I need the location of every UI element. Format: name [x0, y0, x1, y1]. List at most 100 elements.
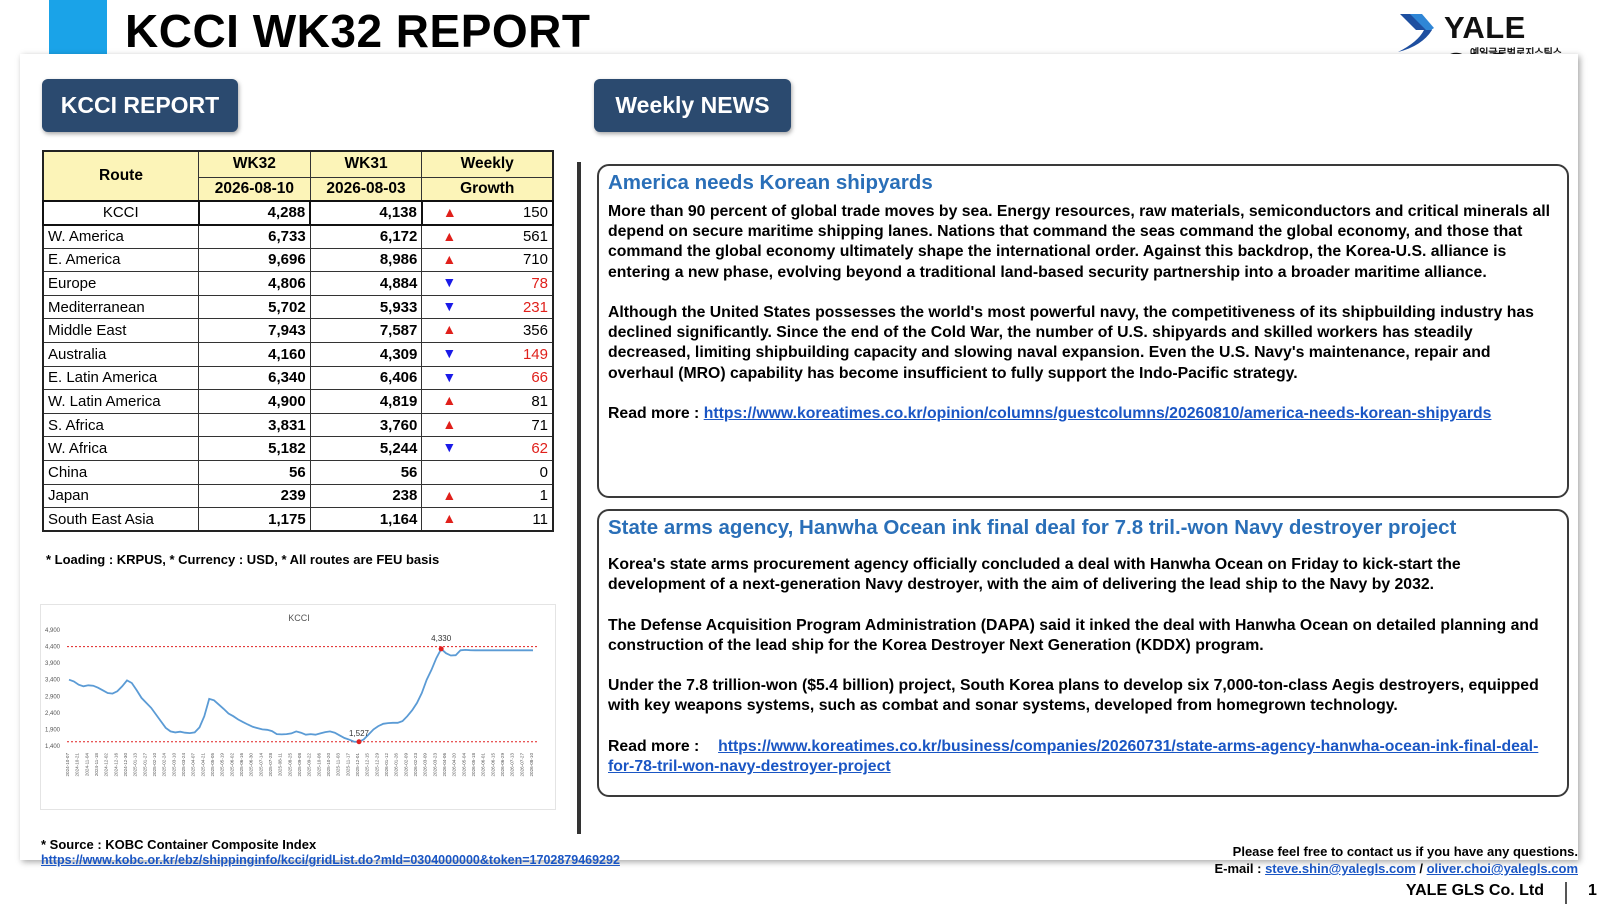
- news-body: More than 90 percent of global trade mov…: [608, 202, 1557, 424]
- x-tick-label: 2026-03-09: [423, 753, 428, 777]
- growth-cell: ▲ 561: [421, 224, 554, 249]
- x-tick-label: 2026-04-06: [442, 753, 447, 777]
- x-tick-label: 2026-06-29: [500, 753, 505, 777]
- growth-value: 561: [522, 228, 548, 246]
- source-link[interactable]: https://www.kobc.or.kr/ebz/shippinginfo/…: [41, 853, 620, 867]
- route-cell: Europe: [42, 271, 200, 296]
- kcci-chart-svg: KCCI 4,900 4,400 3,900 3,400 2,900 2,400 1,900 1…: [45, 613, 537, 777]
- header-wk32-date: 2026-08-10: [198, 176, 311, 202]
- x-tick-label: 2025-10-20: [326, 753, 331, 777]
- x-tick-label: 2024-10-21: [75, 753, 80, 777]
- x-tick-label: 2024-10-07: [65, 753, 70, 777]
- min-point: [356, 739, 362, 745]
- header-wk31: WK31: [309, 150, 423, 178]
- weekly-news-section-label: Weekly NEWS: [594, 79, 791, 132]
- growth-value: 710: [522, 251, 548, 269]
- route-cell: China: [42, 460, 200, 485]
- table-row: W. Africa 5,182 5,244 ▼ 62: [42, 436, 554, 462]
- email-line: E-mail : steve.shin@yalegls.com / oliver…: [1214, 861, 1578, 876]
- growth-cell: ▼ 231: [421, 294, 554, 320]
- down-arrow-icon: ▼: [442, 297, 457, 314]
- up-arrow-icon: ▲: [442, 486, 457, 503]
- growth-value: 149: [522, 345, 548, 363]
- wk32-cell: 6,340: [198, 365, 311, 391]
- read-more-link[interactable]: https://www.koreatimes.co.kr/opinion/col…: [704, 405, 1492, 422]
- chart-title: KCCI: [288, 613, 310, 623]
- growth-cell: ▼ 78: [421, 271, 554, 296]
- route-cell: Australia: [42, 342, 200, 367]
- x-tick-label: 2024-11-18: [94, 753, 99, 777]
- header-accent-square: [49, 0, 107, 56]
- wk31-cell: 4,309: [309, 342, 423, 367]
- x-tick-label: 2026-03-23: [432, 753, 437, 777]
- route-cell: Mediterranean: [42, 294, 200, 320]
- wk31-cell: 4,819: [309, 389, 423, 414]
- news-title: America needs Korean shipyards: [608, 171, 933, 194]
- down-arrow-icon: ▼: [442, 274, 457, 291]
- route-cell: E. Latin America: [42, 365, 200, 391]
- growth-cell: 0: [421, 460, 554, 485]
- growth-value: 78: [531, 275, 548, 293]
- company-logo: YALE GLS 예일글로벌로지스틱스: [1392, 8, 1592, 81]
- growth-cell: ▲ 356: [421, 318, 554, 344]
- route-cell: South East Asia: [42, 507, 200, 532]
- growth-value: 62: [531, 440, 548, 458]
- x-tick-label: 2025-08-25: [287, 753, 292, 777]
- read-more-link[interactable]: https://www.koreatimes.co.kr/business/co…: [608, 738, 1538, 775]
- wk32-cell: 4,806: [198, 271, 311, 296]
- email-link-steve[interactable]: steve.shin@yalegls.com: [1265, 861, 1416, 876]
- source-label: * Source : KOBC Container Composite Inde…: [41, 837, 317, 852]
- news-paragraph: Korea's state arms procurement agency of…: [608, 556, 1461, 594]
- table-row: Europe 4,806 4,884 ▼ 78: [42, 271, 554, 296]
- table-row: E. America 9,696 8,986 ▲ 710: [42, 247, 554, 273]
- page-number: 1: [1588, 882, 1597, 899]
- wk31-cell: 4,884: [309, 271, 423, 296]
- growth-value: 66: [531, 369, 548, 387]
- route-cell: W. America: [42, 224, 200, 249]
- x-tick-label: 2026-01-26: [394, 753, 399, 777]
- down-arrow-icon: ▼: [442, 345, 457, 362]
- growth-cell: ▲ 81: [421, 389, 554, 414]
- growth-cell: ▼ 66: [421, 365, 554, 391]
- y-tick-label: 2,400: [45, 711, 61, 717]
- news-paragraph: Although the United States possesses the…: [608, 304, 1534, 382]
- x-tick-label: 2026-01-12: [384, 753, 389, 777]
- x-tick-label: 2025-03-10: [171, 753, 176, 777]
- table-row: W. America 6,733 6,172 ▲ 561: [42, 224, 554, 249]
- header-route: Route: [42, 150, 200, 202]
- growth-value: 11: [532, 510, 548, 528]
- x-tick-label: 2025-07-14: [258, 753, 263, 777]
- news-title: State arms agency, Hanwha Ocean ink fina…: [608, 516, 1457, 539]
- x-tick-label: 2025-01-13: [133, 753, 138, 777]
- table-row: Australia 4,160 4,309 ▼ 149: [42, 342, 554, 367]
- wk31-cell: 7,587: [309, 318, 423, 344]
- x-tick-label: 2026-06-01: [481, 753, 486, 777]
- up-arrow-icon: ▲: [442, 250, 457, 267]
- email-separator: /: [1415, 861, 1427, 876]
- x-tick-label: 2026-07-13: [510, 753, 515, 777]
- up-arrow-icon: ▲: [442, 204, 457, 220]
- wk32-cell: 4,900: [198, 389, 311, 414]
- email-link-oliver[interactable]: oliver.choi@yalegls.com: [1427, 861, 1578, 876]
- x-tick-label: 2025-01-27: [142, 753, 147, 777]
- x-tick-label: 2025-10-06: [316, 753, 321, 777]
- growth-cell: ▲ 71: [421, 412, 554, 438]
- x-tick-label: 2025-04-21: [200, 753, 205, 777]
- logo-chevron-icon: [1398, 14, 1434, 52]
- news-body: Korea's state arms procurement agency of…: [608, 555, 1557, 777]
- kcci-table-body: KCCI 4,288 4,138 ▲ 150 W. America 6,733 6,172 ▲ 5…: [42, 200, 555, 532]
- growth-cell: ▲ 1: [421, 483, 554, 509]
- wk31-cell: 8,986: [309, 247, 423, 273]
- wk32-cell: 6,733: [198, 224, 311, 249]
- x-tick-label: 2026-04-20: [452, 753, 457, 777]
- footer-separator: [1565, 882, 1567, 904]
- x-tick-label: 2025-04-07: [191, 753, 196, 777]
- x-tick-label: 2025-02-24: [162, 753, 167, 777]
- kcci-report-section-label: KCCI REPORT: [42, 79, 238, 132]
- column-divider: [577, 162, 581, 834]
- x-tick-label: 2025-09-22: [307, 753, 312, 777]
- y-tick-label: 3,900: [45, 661, 61, 667]
- header-wk32: WK32: [198, 150, 311, 178]
- header-growth: Growth: [421, 176, 554, 202]
- x-tick-label: 2025-07-28: [268, 753, 273, 777]
